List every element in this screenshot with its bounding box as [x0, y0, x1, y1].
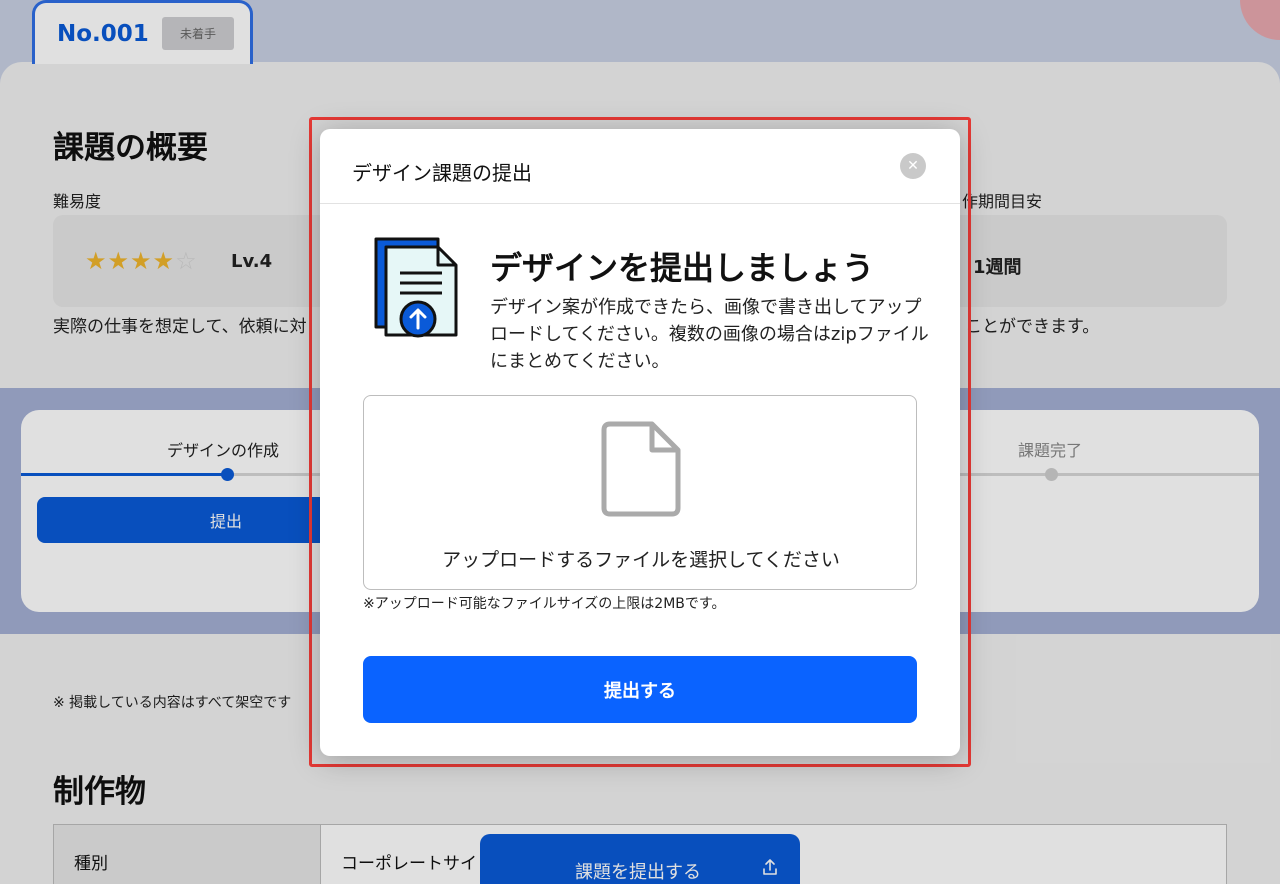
document-upload-icon [374, 237, 458, 338]
modal-heading: デザインを提出しましょう [490, 249, 875, 287]
dropzone-text: アップロードするファイルを選択してください [442, 549, 840, 571]
modal-title: デザイン課題の提出 [352, 161, 532, 185]
modal-divider [320, 203, 960, 204]
file-size-note: ※アップロード可能なファイルサイズの上限は2MBです。 [363, 596, 726, 612]
file-icon [601, 421, 681, 517]
close-icon[interactable]: ✕ [900, 153, 926, 179]
submit-button[interactable]: 提出する [363, 656, 917, 723]
submit-modal: デザイン課題の提出 ✕ デザインを提出しましょう デザイン案が作成できたら、画像… [320, 129, 960, 756]
file-dropzone[interactable]: アップロードするファイルを選択してください [363, 395, 917, 590]
modal-description: デザイン案が作成できたら、画像で書き出してアップロードしてください。複数の画像の… [490, 297, 929, 372]
